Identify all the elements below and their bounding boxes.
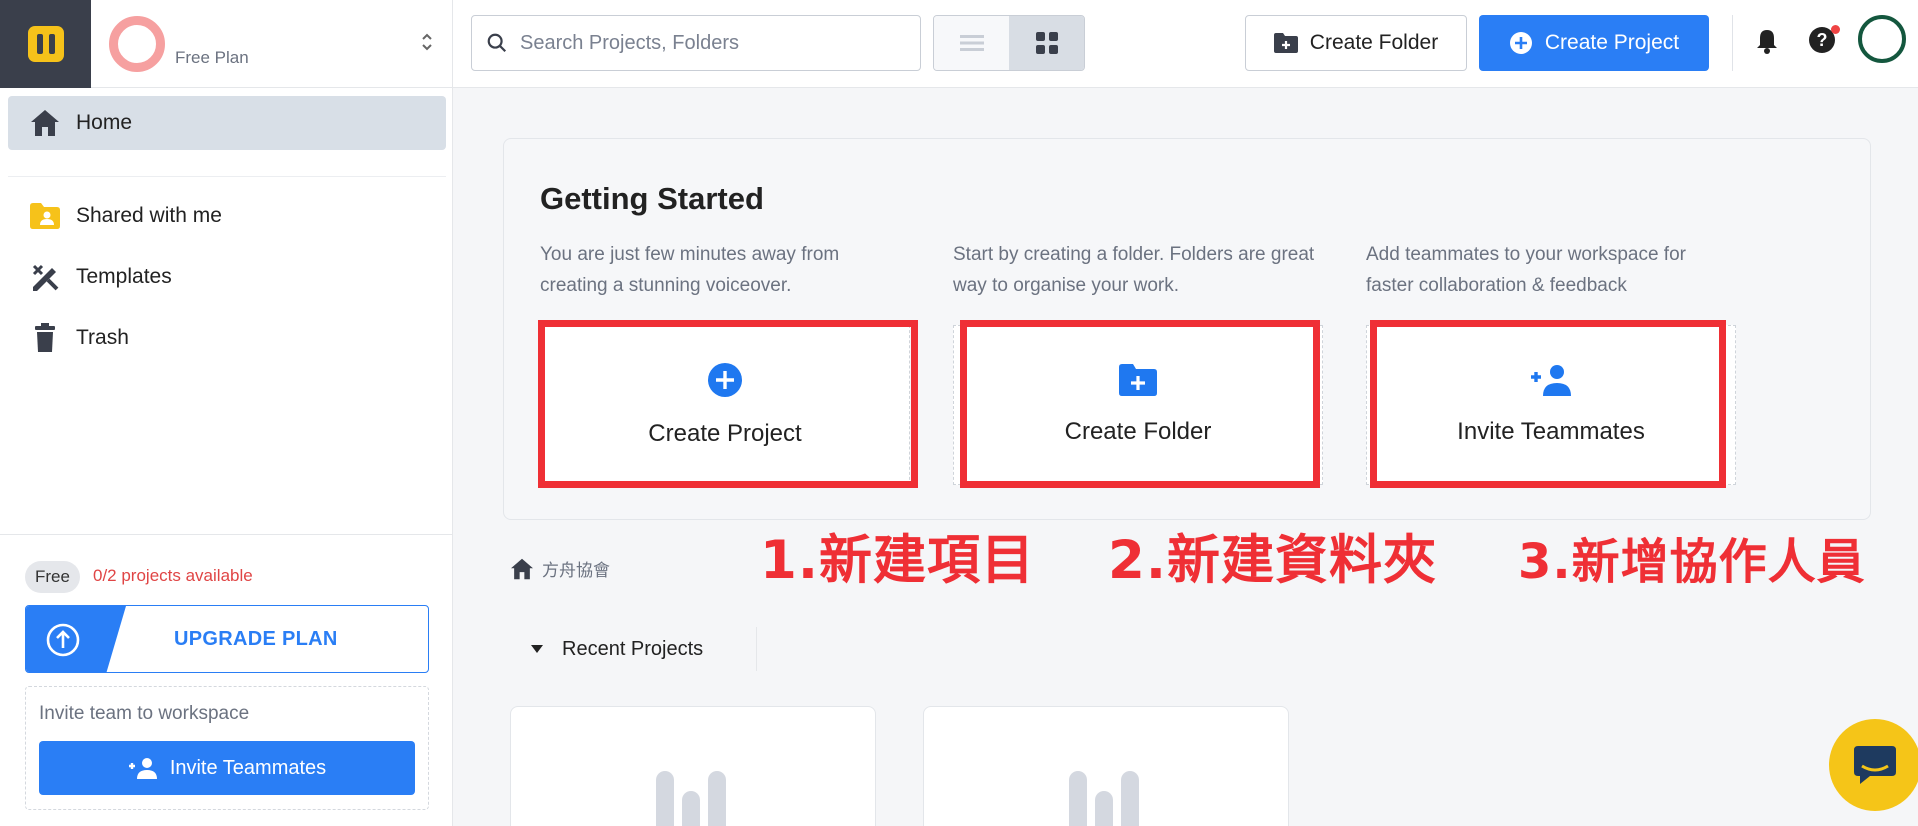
sidebar-item-trash[interactable]: Trash bbox=[8, 311, 446, 365]
annotation-frame-create-project bbox=[538, 320, 918, 488]
upgrade-plan-label: UPGRADE PLAN bbox=[174, 628, 338, 650]
upgrade-icon-area bbox=[26, 606, 126, 672]
create-project-button[interactable]: Create Project bbox=[1479, 15, 1709, 71]
sidebar-item-templates[interactable]: Templates bbox=[8, 250, 446, 304]
shared-folder-icon bbox=[30, 203, 60, 229]
annotation-frame-invite-teammates bbox=[1370, 320, 1726, 488]
plus-circle-icon bbox=[1509, 32, 1532, 54]
invite-team-box: Invite team to workspace Invite Teammate… bbox=[25, 686, 429, 810]
search-box[interactable] bbox=[471, 15, 921, 71]
templates-icon bbox=[32, 264, 59, 291]
grid-view-icon bbox=[1035, 32, 1058, 54]
sidebar-divider bbox=[8, 176, 446, 177]
create-project-label: Create Project bbox=[1544, 31, 1680, 54]
invite-teammates-description: Add teammates to your workspace for fast… bbox=[1366, 244, 1686, 296]
sidebar-section-divider bbox=[0, 534, 453, 535]
arrow-up-circle-icon bbox=[46, 623, 80, 657]
list-view-button[interactable] bbox=[934, 16, 1009, 70]
toolbar-divider bbox=[1732, 15, 1733, 71]
svg-text:?: ? bbox=[1817, 30, 1828, 50]
project-card[interactable] bbox=[510, 706, 876, 826]
search-icon bbox=[487, 33, 507, 53]
workspace-plan: Free Plan bbox=[175, 48, 249, 67]
invite-team-text: Invite team to workspace bbox=[39, 703, 250, 724]
notification-dot bbox=[1831, 25, 1840, 34]
sidebar-item-label: Home bbox=[76, 111, 133, 134]
workspace-avatar bbox=[109, 16, 165, 72]
project-placeholder-icon bbox=[1069, 771, 1139, 826]
breadcrumb[interactable]: 方舟協會 bbox=[510, 556, 610, 581]
project-placeholder-icon bbox=[656, 771, 726, 826]
logo-icon bbox=[27, 26, 64, 62]
annotation-label-1: 1.新建項目 bbox=[760, 530, 1036, 591]
trash-icon bbox=[35, 323, 55, 352]
upgrade-plan-button[interactable]: UPGRADE PLAN bbox=[25, 605, 429, 673]
sidebar-item-label: Templates bbox=[76, 265, 172, 288]
sidebar: Home Shared with me Templates Trash Free… bbox=[0, 88, 453, 826]
folder-plus-icon bbox=[1273, 33, 1298, 53]
project-card[interactable] bbox=[923, 706, 1289, 826]
getting-started-title: Getting Started bbox=[540, 181, 764, 216]
home-icon bbox=[511, 558, 533, 579]
chat-icon bbox=[1854, 746, 1896, 784]
create-folder-description: Start by creating a folder. Folders are … bbox=[953, 244, 1315, 296]
create-folder-label: Create Folder bbox=[1309, 31, 1439, 54]
sidebar-item-shared[interactable]: Shared with me bbox=[8, 189, 446, 243]
list-view-icon bbox=[959, 35, 984, 51]
invite-teammates-button[interactable]: Invite Teammates bbox=[39, 741, 415, 795]
search-input[interactable] bbox=[520, 31, 900, 55]
invite-teammates-label: Invite Teammates bbox=[169, 756, 327, 779]
annotation-label-2: 2.新建資料夾 bbox=[1108, 530, 1438, 591]
user-plus-icon bbox=[128, 758, 157, 779]
workspace-switcher[interactable]: Free Plan bbox=[91, 0, 453, 88]
annotation-frame-create-folder bbox=[960, 320, 1320, 488]
user-avatar[interactable] bbox=[1858, 15, 1906, 63]
create-project-description: You are just few minutes away from creat… bbox=[540, 244, 840, 296]
chevron-updown-icon[interactable] bbox=[420, 30, 434, 54]
recent-projects-toggle[interactable]: Recent Projects bbox=[510, 627, 757, 671]
app-logo[interactable] bbox=[0, 0, 91, 88]
top-bar: Free Plan Create Folder Create Project ? bbox=[0, 0, 1918, 88]
sidebar-item-home[interactable]: Home bbox=[8, 96, 446, 150]
recent-projects-label: Recent Projects bbox=[562, 637, 704, 660]
home-icon bbox=[31, 110, 59, 136]
bell-icon[interactable] bbox=[1756, 28, 1778, 54]
chat-widget-button[interactable] bbox=[1829, 719, 1918, 811]
annotation-label-3: 3.新增協作人員 bbox=[1518, 534, 1866, 590]
grid-view-button[interactable] bbox=[1009, 16, 1084, 70]
view-toggle bbox=[933, 15, 1085, 71]
sidebar-item-label: Trash bbox=[76, 326, 129, 349]
plan-badge: Free bbox=[25, 561, 80, 593]
breadcrumb-label: 方舟協會 bbox=[542, 561, 610, 580]
projects-available: 0/2 projects available bbox=[93, 566, 253, 585]
create-folder-button[interactable]: Create Folder bbox=[1245, 15, 1467, 71]
caret-down-icon bbox=[531, 645, 543, 653]
sidebar-item-label: Shared with me bbox=[76, 204, 222, 227]
